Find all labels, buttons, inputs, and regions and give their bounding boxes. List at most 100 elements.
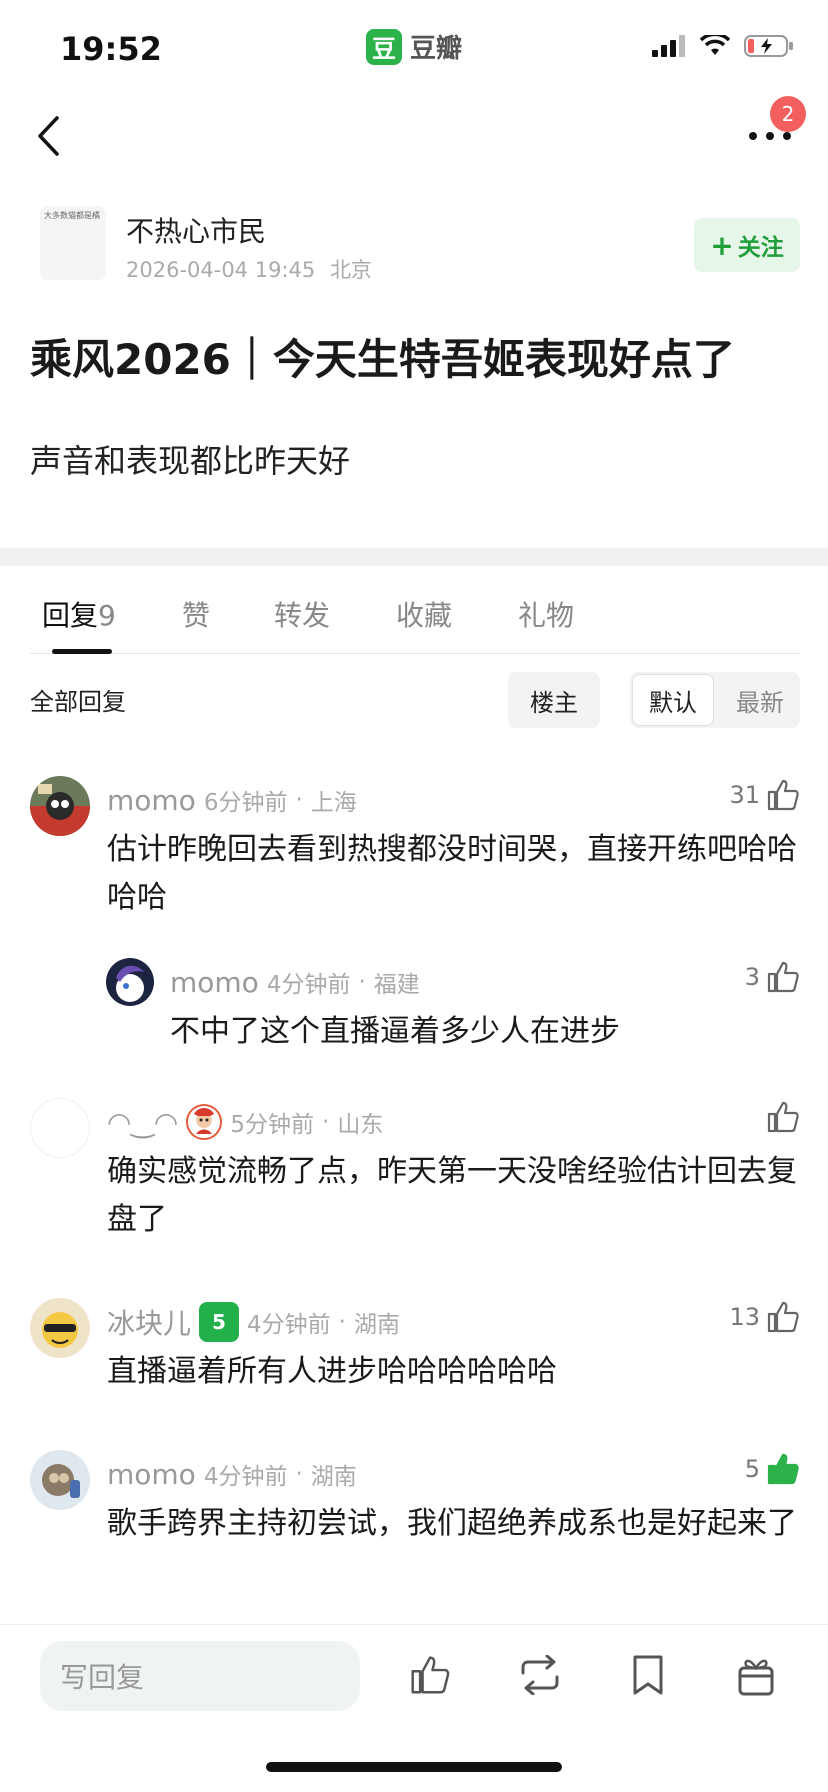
comment-text: 估计昨晚回去看到热搜都没时间哭，直接开练吧哈哈哈哈	[107, 832, 797, 915]
commenter-name[interactable]: momo	[107, 1458, 196, 1491]
author-avatar[interactable]: 大多数猫都是橘	[40, 206, 106, 280]
bottom-action-bar: 写回复	[0, 1624, 828, 1720]
reshare-button[interactable]	[512, 1649, 568, 1701]
comment-item: ◠‿◠ 5分钟前 · 山东 确实感觉流畅了点，昨天第一天没啥经验估计回去复盘了	[30, 1098, 800, 1238]
comment-item: momo 6分钟前 · 上海 31 估计昨晚回去看到热搜都没时间哭，直接开练吧哈…	[30, 776, 800, 916]
home-indicator	[266, 1762, 562, 1772]
user-level-badge: 5	[199, 1302, 240, 1342]
post-title: 乘风2026｜今天生特吾姬表现好点了	[30, 335, 735, 384]
commenter-name[interactable]: momo	[170, 966, 259, 999]
comment-location: 湖南	[353, 1312, 400, 1338]
app-name: 豆瓣	[410, 34, 463, 64]
sort-default-button[interactable]: 默认	[632, 674, 714, 726]
commenter-avatar[interactable]	[30, 1098, 90, 1158]
thumbs-up-filled-icon	[767, 1453, 799, 1485]
comment-time: 4分钟前	[266, 972, 351, 998]
more-dots-icon	[749, 132, 791, 140]
like-count: 31	[729, 781, 760, 809]
repost-icon	[521, 1655, 559, 1695]
thumbs-up-icon	[767, 961, 799, 993]
commenter-avatar[interactable]	[30, 1298, 90, 1358]
like-button[interactable]: 3	[745, 960, 800, 994]
comment-location: 上海	[310, 790, 357, 816]
like-post-button[interactable]	[402, 1649, 458, 1701]
active-tab-indicator	[52, 649, 112, 654]
thumbs-up-icon	[767, 1301, 799, 1333]
commenter-name[interactable]: momo	[107, 784, 196, 817]
sort-toggle: 默认 最新	[630, 672, 800, 728]
wifi-icon	[700, 35, 730, 55]
tab-replies[interactable]: 回复9	[42, 594, 116, 634]
chevron-left-icon	[38, 116, 59, 156]
user-level: 5	[212, 1310, 226, 1334]
comment-text: 不中了这个直播逼着多少人在进步	[170, 1014, 620, 1049]
post-body: 声音和表现都比昨天好	[30, 442, 351, 480]
comment-time: 6分钟前	[203, 790, 288, 816]
gift-icon	[738, 1659, 774, 1696]
tab-replies-count: 9	[98, 599, 116, 632]
meta-separator: ·	[358, 969, 366, 995]
back-button[interactable]	[24, 108, 72, 164]
avatar-image	[30, 1298, 90, 1358]
avatar-image	[30, 776, 90, 836]
collect-button[interactable]	[620, 1649, 676, 1701]
comment-tabs: 回复9 赞 转发 收藏 礼物	[30, 590, 800, 654]
like-button[interactable]: 13	[729, 1300, 800, 1334]
comment-header: ◠‿◠ 5分钟前 · 山东	[107, 1104, 383, 1140]
comment-header: 冰块儿 5 4分钟前 · 湖南	[107, 1302, 400, 1342]
avatar-image	[106, 958, 154, 1006]
like-button[interactable]: 31	[729, 778, 800, 812]
comment-item: momo 4分钟前 · 湖南 5 歌手跨界主持初尝试，我们超绝养成系也是好起来了	[30, 1450, 800, 1590]
follow-button[interactable]: + 关注	[694, 218, 800, 272]
tab-gifts[interactable]: 礼物	[518, 594, 574, 634]
tab-likes[interactable]: 赞	[182, 594, 210, 634]
comment-location: 福建	[373, 972, 420, 998]
top-nav: 2	[0, 96, 828, 176]
signal-icon	[652, 35, 685, 57]
owner-only-button[interactable]: 楼主	[508, 672, 600, 728]
commenter-avatar[interactable]	[30, 776, 90, 836]
post-date: 2026-04-04 19:45	[126, 258, 316, 282]
reply-item: momo 4分钟前 · 福建 3 不中了这个直播逼着多少人在进步	[106, 958, 800, 1058]
commenter-avatar[interactable]	[30, 1450, 90, 1510]
status-time: 19:52	[60, 30, 162, 68]
like-button[interactable]: 5	[745, 1452, 800, 1486]
comment-location: 湖南	[310, 1464, 357, 1490]
author-avatar-text: 大多数猫都是橘	[44, 211, 100, 220]
like-count: 5	[744, 1455, 760, 1483]
author-name[interactable]: 不热心市民	[126, 210, 266, 250]
reply-input[interactable]: 写回复	[40, 1641, 360, 1711]
comment-text: 直播逼着所有人进步哈哈哈哈哈哈	[107, 1354, 557, 1389]
thumbs-up-icon	[767, 1101, 799, 1133]
reply-filter-row: 全部回复 楼主 默认 最新	[30, 672, 800, 728]
like-button[interactable]	[766, 1100, 800, 1134]
app-logo-icon: 豆	[366, 28, 402, 65]
commenter-avatar[interactable]	[106, 958, 154, 1006]
notification-badge: 2	[770, 96, 806, 132]
sort-latest-button[interactable]: 最新	[722, 674, 798, 726]
avatar-image	[30, 1450, 90, 1510]
battery-icon	[744, 35, 793, 57]
comment-header: momo 4分钟前 · 福建	[170, 964, 420, 1000]
comment-item: 冰块儿 5 4分钟前 · 湖南 13 直播逼着所有人进步哈哈哈哈哈哈	[30, 1298, 800, 1398]
comment-text: 歌手跨界主持初尝试，我们超绝养成系也是好起来了	[107, 1506, 797, 1541]
gift-button[interactable]	[728, 1649, 784, 1701]
post-author: 大多数猫都是橘 不热心市民 2026-04-04 19:45 北京 + 关注	[30, 206, 800, 284]
comment-time: 4分钟前	[203, 1464, 288, 1490]
tab-collections[interactable]: 收藏	[396, 594, 452, 634]
status-indicators	[652, 34, 794, 58]
thumbs-up-icon	[767, 779, 799, 811]
meta-separator: ·	[338, 1309, 346, 1335]
meta-separator: ·	[322, 1109, 330, 1135]
commenter-name[interactable]: ◠‿◠	[107, 1106, 178, 1139]
comment-time: 5分钟前	[230, 1112, 315, 1138]
post-location: 北京	[329, 258, 372, 282]
like-count: 3	[744, 963, 760, 991]
comment-time: 4分钟前	[247, 1312, 331, 1338]
comment-header: momo 4分钟前 · 湖南	[107, 1456, 357, 1492]
tab-reshares[interactable]: 转发	[274, 594, 330, 634]
follow-label: 关注	[737, 235, 784, 261]
status-bar: 19:52 豆 豆瓣	[0, 0, 828, 96]
commenter-name[interactable]: 冰块儿	[107, 1302, 191, 1342]
all-replies-label: 全部回复	[30, 688, 126, 716]
